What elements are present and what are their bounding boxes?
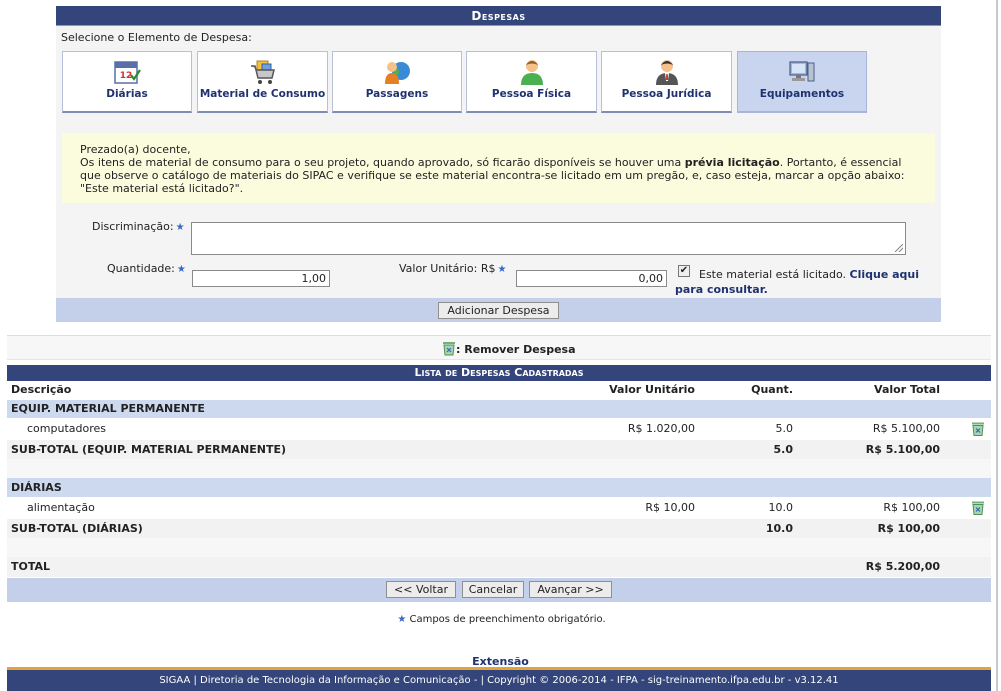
col-valor-unitario: Valor Unitário (609, 383, 695, 396)
avancar-button[interactable]: Avançar >> (529, 581, 612, 598)
legend: : Remover Despesa (442, 341, 576, 356)
remove-despesa-trash-icon[interactable] (971, 421, 985, 437)
total-row: TOTAL R$ 5.200,00 (7, 557, 991, 577)
required-star-icon: ★ (176, 264, 186, 275)
panel-title: Despesas (56, 6, 941, 26)
globe-person-icon (385, 62, 410, 84)
tab-label: Diárias (106, 88, 148, 100)
total-label: TOTAL (11, 560, 51, 573)
item-valor-unitario: R$ 1.020,00 (627, 422, 695, 435)
tab-label: Equipamentos (759, 88, 845, 100)
subtotal-valor: R$ 100,00 (877, 522, 940, 535)
group-name: DIÁRIAS (11, 481, 62, 494)
computer-icon (789, 61, 815, 82)
col-valor-total: Valor Total (874, 383, 940, 396)
page-right-border (996, 0, 998, 691)
discriminacao-textarea[interactable] (191, 222, 906, 255)
item-quant: 10.0 (768, 501, 794, 514)
licitado-text: Este material está licitado. Clique aqui… (675, 268, 920, 296)
subtotal-label: SUB-TOTAL (EQUIP. MATERIAL PERMANENTE) (11, 443, 287, 456)
group-row: EQUIP. MATERIAL PERMANENTE (7, 400, 991, 418)
despesas-panel: Despesas Selecione o Elemento de Despesa… (56, 6, 941, 322)
tab-material-de-consumo[interactable]: Material de Consumo (197, 51, 328, 113)
required-star-icon: ★ (397, 614, 407, 625)
tab-pessoa-fisica[interactable]: Pessoa Física (466, 51, 597, 113)
item-quant: 5.0 (775, 422, 794, 435)
adicionar-despesa-button[interactable]: Adicionar Despesa (438, 302, 559, 319)
select-element-label: Selecione o Elemento de Despesa: (61, 31, 252, 44)
shopping-cart-icon (250, 60, 275, 84)
notice-greeting: Prezado(a) docente, (80, 143, 191, 156)
tab-label: Passagens (365, 88, 429, 100)
item-valor-unitario: R$ 10,00 (645, 501, 695, 514)
navigation-bar: << Voltar Cancelar Avançar >> (7, 578, 991, 602)
spacer-row (7, 538, 991, 557)
item-valor-total: R$ 5.100,00 (872, 422, 940, 435)
cancelar-button[interactable]: Cancelar (462, 581, 524, 598)
discriminacao-label: Discriminação: ★ (92, 220, 185, 233)
remove-despesa-trash-icon[interactable] (971, 500, 985, 516)
spacer-row (7, 459, 991, 478)
notice-text: Os itens de material de consumo para o s… (80, 156, 905, 195)
subtotal-valor: R$ 5.100,00 (865, 443, 940, 456)
tab-equipamentos[interactable]: Equipamentos (737, 51, 867, 113)
item-valor-total: R$ 100,00 (883, 501, 940, 514)
subtotal-row: SUB-TOTAL (DIÁRIAS) 10.0 R$ 100,00 (7, 519, 991, 538)
group-row: DIÁRIAS (7, 478, 991, 497)
trash-icon (443, 342, 455, 356)
businessman-icon (655, 60, 678, 85)
panel-footer: Adicionar Despesa (56, 298, 941, 322)
tab-diarias[interactable]: 12 Diárias (62, 51, 192, 113)
list-title: Lista de Despesas Cadastradas (7, 365, 991, 381)
footer: SIGAA | Diretoria de Tecnologia da Infor… (7, 670, 991, 691)
resize-handle-icon[interactable] (895, 244, 903, 252)
tab-label: Material de Consumo (199, 88, 326, 100)
legend-box: : Remover Despesa (7, 335, 991, 360)
person-icon (520, 60, 543, 85)
required-star-icon: ★ (497, 264, 507, 275)
item-descricao: computadores (27, 422, 106, 435)
tab-label: Pessoa Física (491, 88, 572, 100)
calendar-icon: 12 (114, 61, 141, 84)
item-descricao: alimentação (27, 501, 95, 514)
valor-unitario-label: Valor Unitário: R$ ★ (399, 262, 507, 275)
tab-pessoa-juridica[interactable]: Pessoa Jurídica (601, 51, 732, 113)
quantidade-input[interactable]: 1,00 (192, 270, 330, 287)
subtotal-label: SUB-TOTAL (DIÁRIAS) (11, 522, 143, 535)
subtotal-row: SUB-TOTAL (EQUIP. MATERIAL PERMANENTE) 5… (7, 440, 991, 459)
tab-label: Pessoa Jurídica (621, 88, 712, 100)
col-quant: Quant. (751, 383, 793, 396)
tab-passagens[interactable]: Passagens (332, 51, 462, 113)
required-star-icon: ★ (175, 222, 185, 233)
total-valor: R$ 5.200,00 (865, 560, 940, 573)
subtotal-quant: 5.0 (773, 443, 794, 456)
group-name: EQUIP. MATERIAL PERMANENTE (11, 402, 205, 415)
table-row: computadores R$ 1.020,00 5.0 R$ 5.100,00 (7, 418, 991, 440)
valor-unitario-input[interactable]: 0,00 (516, 270, 667, 287)
table-row: alimentação R$ 10,00 10.0 R$ 100,00 (7, 497, 991, 519)
table-header: Descrição Valor Unitário Quant. Valor To… (7, 383, 991, 400)
required-note: ★ Campos de preenchimento obrigatório. (397, 614, 606, 625)
procurement-notice: Prezado(a) docente, Os itens de material… (62, 133, 935, 203)
quantidade-label: Quantidade: ★ (107, 262, 186, 275)
subtotal-quant: 10.0 (765, 522, 793, 535)
voltar-button[interactable]: << Voltar (386, 581, 456, 598)
col-descricao: Descrição (11, 383, 72, 396)
